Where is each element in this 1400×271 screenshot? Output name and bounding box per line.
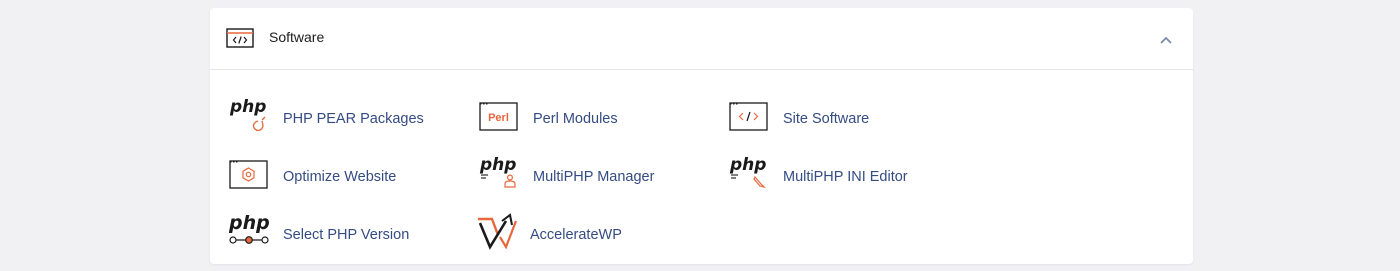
- php-edit-icon: php: [729, 155, 766, 189]
- tool-label[interactable]: Perl Modules: [533, 111, 618, 127]
- php-logo-text: php: [229, 97, 266, 117]
- php-version-icon: php: [229, 212, 270, 244]
- php-logo-text: php: [229, 212, 270, 234]
- perl-icon: Perl: [479, 102, 518, 131]
- php-logo-text: php: [479, 155, 516, 175]
- code-window-icon: [226, 28, 254, 48]
- chevron-up-icon[interactable]: [1156, 30, 1176, 50]
- tool-label[interactable]: PHP PEAR Packages: [283, 111, 424, 127]
- acceleratewp-icon: [478, 213, 518, 250]
- panel-header[interactable]: Software: [210, 8, 1193, 70]
- php-user-icon: php: [479, 155, 516, 188]
- php-pear-icon: php: [229, 97, 266, 132]
- code-window-icon: [729, 102, 768, 131]
- tool-label[interactable]: Site Software: [783, 111, 869, 127]
- tool-label[interactable]: Optimize Website: [283, 169, 396, 185]
- optimize-gear-icon: [229, 160, 268, 189]
- tool-label[interactable]: MultiPHP INI Editor: [783, 169, 908, 185]
- software-panel: Software php PHP PEAR Packages Perl Perl…: [210, 8, 1193, 264]
- php-logo-text: php: [729, 155, 766, 175]
- perl-icon-text: Perl: [488, 112, 509, 124]
- tool-label[interactable]: MultiPHP Manager: [533, 169, 654, 185]
- tool-label[interactable]: Select PHP Version: [283, 227, 409, 243]
- tool-label[interactable]: AccelerateWP: [530, 227, 622, 243]
- section-title: Software: [269, 29, 325, 45]
